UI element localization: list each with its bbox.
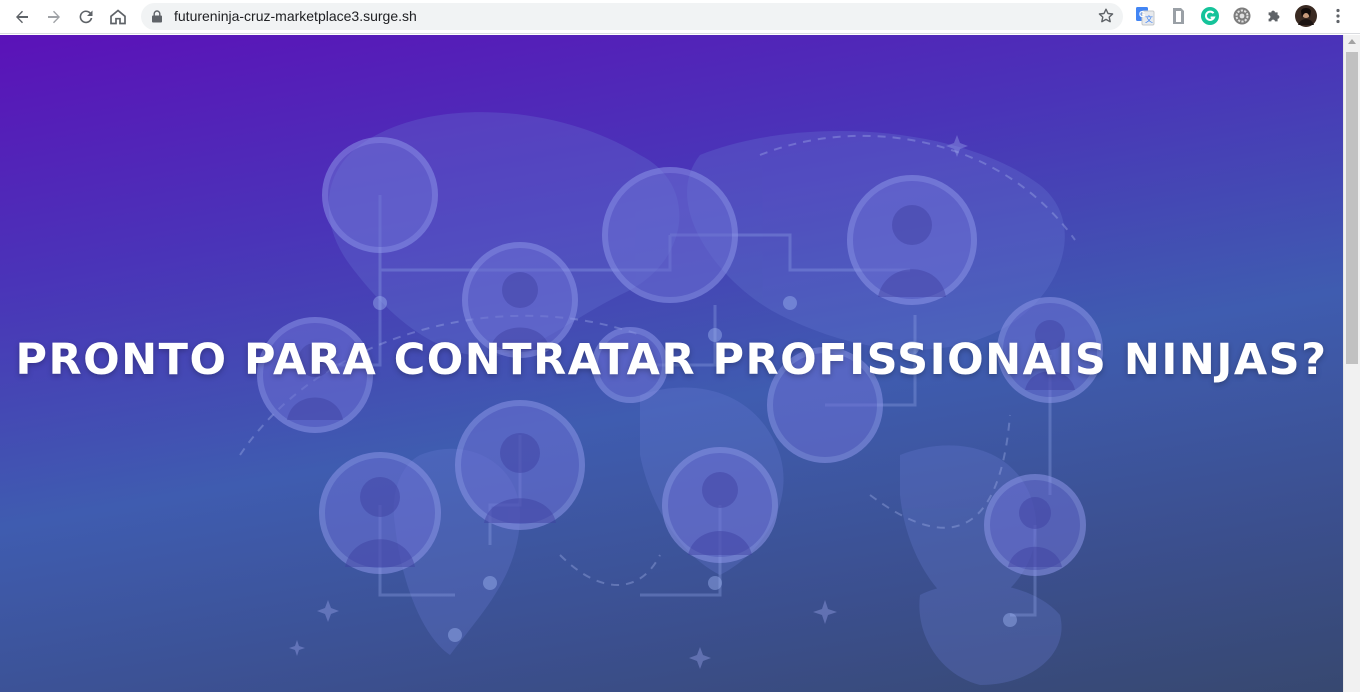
home-button[interactable] bbox=[104, 3, 132, 31]
lock-icon bbox=[152, 10, 162, 23]
gear-icon bbox=[1233, 7, 1251, 25]
browser-toolbar: futureninja-cruz-marketplace3.surge.sh G… bbox=[0, 0, 1360, 34]
more-menu-icon bbox=[1336, 8, 1340, 24]
vertical-scrollbar[interactable] bbox=[1343, 35, 1360, 692]
grammarly-extension[interactable] bbox=[1200, 6, 1220, 26]
profile-avatar[interactable] bbox=[1295, 5, 1317, 27]
hero-title: PRONTO PARA CONTRATAR PROFISSIONAIS NINJ… bbox=[15, 335, 1328, 385]
svg-text:文: 文 bbox=[1145, 14, 1153, 24]
google-translate-extension[interactable]: G文 bbox=[1135, 6, 1155, 26]
reload-button[interactable] bbox=[72, 3, 100, 31]
scrollbar-thumb[interactable] bbox=[1346, 52, 1358, 364]
home-icon bbox=[110, 9, 126, 25]
puzzle-icon bbox=[1268, 10, 1280, 22]
url-text[interactable]: futureninja-cruz-marketplace3.surge.sh bbox=[174, 3, 417, 30]
google-translate-icon: G文 bbox=[1136, 7, 1155, 26]
hero-section: PRONTO PARA CONTRATAR PROFISSIONAIS NINJ… bbox=[0, 35, 1343, 692]
more-menu-button[interactable] bbox=[1328, 6, 1348, 26]
document-icon bbox=[1173, 8, 1184, 24]
back-arrow-icon bbox=[16, 10, 28, 24]
bookmark-star-icon[interactable] bbox=[1097, 7, 1115, 25]
address-bar[interactable]: futureninja-cruz-marketplace3.surge.sh bbox=[141, 3, 1123, 30]
reload-icon bbox=[79, 10, 93, 24]
scroll-up-arrow-icon[interactable] bbox=[1348, 39, 1356, 44]
grammarly-icon bbox=[1201, 7, 1219, 25]
back-button[interactable] bbox=[8, 3, 36, 31]
settings-extension[interactable] bbox=[1232, 6, 1252, 26]
forward-arrow-icon bbox=[48, 10, 60, 24]
forward-button[interactable] bbox=[40, 3, 68, 31]
extensions-button[interactable] bbox=[1264, 6, 1284, 26]
document-extension[interactable] bbox=[1168, 6, 1188, 26]
